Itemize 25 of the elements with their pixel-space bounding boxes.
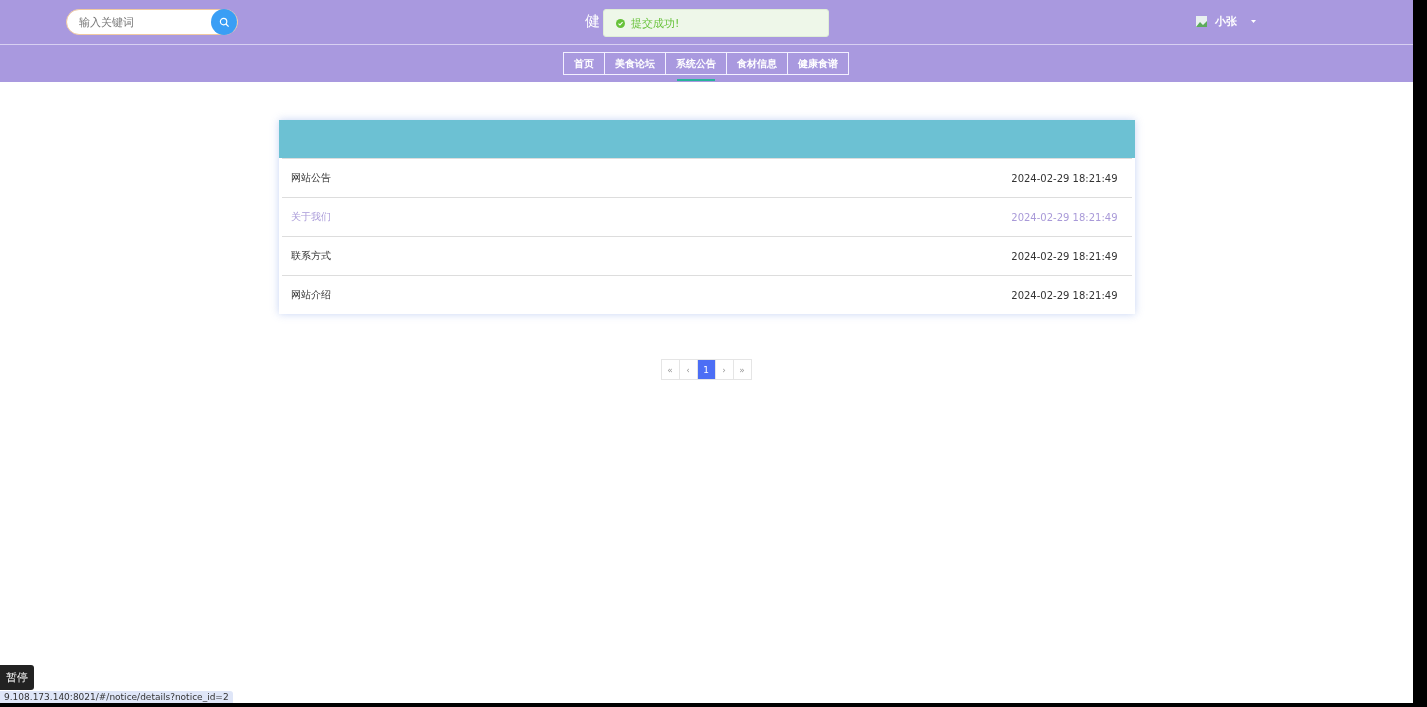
search-field[interactable]: 输入关键词 — [77, 15, 201, 29]
avatar-icon — [1196, 15, 1207, 28]
site-title: 健 — [585, 12, 600, 31]
search-button[interactable] — [211, 9, 237, 35]
notice-title[interactable]: 联系方式 — [290, 249, 331, 263]
nav-tab[interactable]: 健康食谱 — [787, 52, 849, 75]
nav-tab[interactable]: 食材信息 — [726, 52, 788, 75]
nav-tab[interactable]: 首页 — [563, 52, 605, 75]
check-circle-icon — [616, 18, 625, 28]
notice-time: 2024-02-29 18:21:49 — [1011, 289, 1118, 301]
nav-tab[interactable]: 美食论坛 — [604, 52, 666, 75]
search-icon — [218, 16, 230, 28]
toast-message: 提交成功! — [631, 15, 680, 31]
status-url: 9.108.173.140:8021/#/notice/details?notice_id=2 — [0, 691, 233, 703]
page-button[interactable]: « — [660, 359, 680, 380]
notice-title[interactable]: 关于我们 — [290, 210, 331, 224]
caret-icon — [1251, 20, 1256, 23]
notice-time: 2024-02-29 18:21:49 — [1011, 211, 1118, 223]
tooltip: 暂停 — [0, 665, 34, 690]
notice-title[interactable]: 网站介绍 — [290, 288, 331, 302]
notice-title[interactable]: 网站公告 — [290, 171, 331, 185]
user-name[interactable]: 小张 — [1215, 14, 1237, 29]
notice-time: 2024-02-29 18:21:49 — [1011, 172, 1118, 184]
notice-time: 2024-02-29 18:21:49 — [1011, 250, 1118, 262]
search-bar[interactable]: 输入关键词 — [66, 9, 238, 35]
